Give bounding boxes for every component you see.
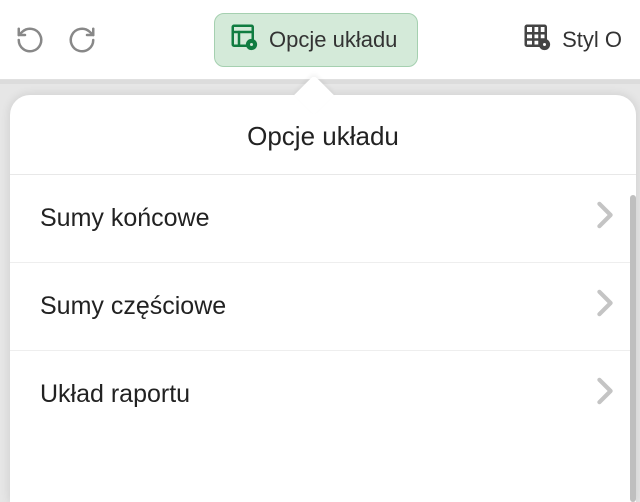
style-grid-icon — [522, 22, 552, 58]
redo-icon — [67, 25, 97, 55]
chevron-right-icon — [596, 289, 614, 324]
style-button[interactable]: Styl O — [514, 13, 630, 67]
chevron-right-icon — [596, 377, 614, 412]
undo-icon — [15, 25, 45, 55]
menu-item-grand-totals[interactable]: Sumy końcowe — [10, 175, 636, 263]
menu-item-report-layout[interactable]: Układ raportu — [10, 351, 636, 438]
popover-menu: Sumy końcowe Sumy częściowe Układ raport… — [10, 175, 636, 438]
menu-item-label: Sumy częściowe — [40, 292, 226, 321]
layout-options-popover: Opcje układu Sumy końcowe Sumy częściowe… — [10, 95, 636, 502]
menu-item-subtotals[interactable]: Sumy częściowe — [10, 263, 636, 351]
toolbar: Opcje układu Styl O — [0, 0, 640, 80]
layout-options-button[interactable]: Opcje układu — [214, 13, 418, 67]
redo-button[interactable] — [62, 20, 102, 60]
layout-options-icon — [229, 22, 259, 58]
undo-button[interactable] — [10, 20, 50, 60]
popover-title: Opcje układu — [10, 95, 636, 175]
scroll-indicator[interactable] — [630, 195, 636, 502]
menu-item-label: Sumy końcowe — [40, 204, 210, 233]
menu-item-label: Układ raportu — [40, 380, 190, 409]
chevron-right-icon — [596, 201, 614, 236]
layout-options-label: Opcje układu — [269, 27, 397, 53]
style-label: Styl O — [562, 27, 622, 53]
